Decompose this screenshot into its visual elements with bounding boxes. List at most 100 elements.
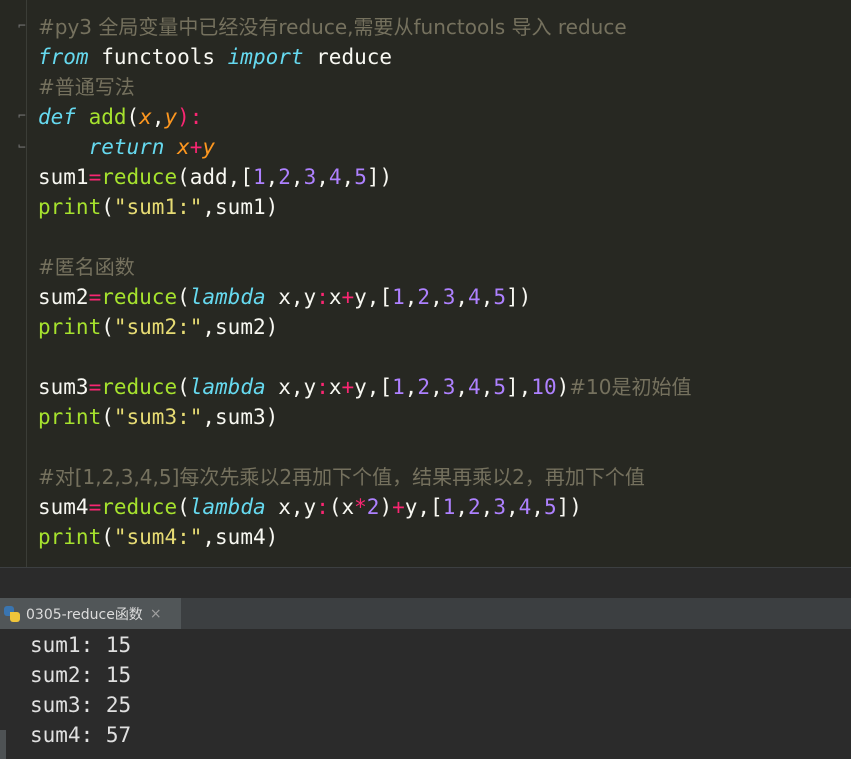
code-line-4: def add(x,y): bbox=[38, 102, 202, 132]
console-line: sum4: 57 bbox=[30, 723, 132, 747]
args-close: ]) bbox=[506, 285, 532, 309]
args-close: ]) bbox=[556, 495, 582, 519]
code-line-17: sum4=reduce(lambda x,y:(x*2)+y,[1,2,3,4,… bbox=[38, 495, 582, 519]
fold-marker-icon[interactable]: ⌐ bbox=[18, 108, 34, 126]
import-name: reduce bbox=[303, 45, 393, 69]
param: y bbox=[202, 135, 216, 159]
operator: + bbox=[341, 375, 355, 399]
args: ,sum3) bbox=[202, 405, 279, 429]
params: x,y bbox=[265, 495, 317, 519]
paren-colon: ): bbox=[177, 105, 203, 129]
param: x bbox=[177, 135, 190, 159]
number: 2 bbox=[417, 285, 431, 309]
function-call: print bbox=[38, 405, 102, 429]
variable: sum2 bbox=[38, 285, 89, 309]
colon: : bbox=[316, 375, 329, 399]
code-line-10: sum2=reduce(lambda x,y:x+y,[1,2,3,4,5]) bbox=[38, 285, 532, 309]
number: 1 bbox=[392, 375, 405, 399]
code-line-6: sum1=reduce(add,[1,2,3,4,5]) bbox=[38, 165, 393, 189]
number: 4 bbox=[468, 285, 481, 309]
number: 1 bbox=[442, 495, 456, 519]
paren: ( bbox=[101, 315, 114, 339]
number: 3 bbox=[493, 495, 506, 519]
operator: + bbox=[392, 495, 405, 519]
code-line-3: #普通写法 bbox=[38, 72, 135, 102]
panel-divider bbox=[0, 567, 851, 599]
code-line-5: return x+y bbox=[38, 132, 215, 162]
module-name: functools bbox=[88, 45, 228, 69]
code-editor[interactable]: ⌐ ⌐ ⌙ #py3 全局变量中已经没有reduce,需要从functools … bbox=[0, 0, 851, 567]
string: "sum1:" bbox=[113, 195, 203, 219]
variable: sum4 bbox=[38, 495, 89, 519]
number: 10 bbox=[531, 375, 557, 399]
comma: , bbox=[151, 105, 165, 129]
number: 2 bbox=[366, 495, 380, 519]
code-line-7: print("sum1:",sum1) bbox=[38, 192, 278, 222]
code-line-18: print("sum4:",sum4) bbox=[38, 522, 278, 552]
function-call: print bbox=[38, 195, 102, 219]
console-line: sum3: 25 bbox=[30, 693, 132, 717]
run-tab[interactable]: 0305-reduce函数 × bbox=[0, 598, 181, 629]
fold-end-icon[interactable]: ⌙ bbox=[18, 138, 34, 156]
operator: + bbox=[341, 285, 355, 309]
number: 5 bbox=[493, 375, 506, 399]
run-tab-label: 0305-reduce函数 bbox=[26, 606, 143, 623]
fold-marker-icon[interactable]: ⌐ bbox=[18, 18, 34, 36]
args: ,sum2) bbox=[202, 315, 279, 339]
args: (add,[ bbox=[177, 165, 253, 189]
params: x,y bbox=[265, 285, 317, 309]
variable: sum1 bbox=[38, 165, 89, 189]
string: "sum3:" bbox=[113, 405, 203, 429]
number: 2 bbox=[278, 165, 291, 189]
number: 3 bbox=[442, 285, 456, 309]
operator: = bbox=[88, 495, 102, 519]
keyword-from: from bbox=[38, 45, 89, 69]
operator: + bbox=[189, 135, 203, 159]
function-call: print bbox=[38, 315, 102, 339]
operator: = bbox=[88, 375, 102, 399]
keyword-lambda: lambda bbox=[189, 285, 266, 309]
console-line: sum2: 15 bbox=[30, 663, 132, 687]
code-line-11: print("sum2:",sum2) bbox=[38, 312, 278, 342]
string: "sum2:" bbox=[113, 315, 203, 339]
expr: (x bbox=[328, 495, 355, 519]
expr: ) bbox=[379, 495, 393, 519]
expr: y,[ bbox=[354, 285, 393, 309]
code-line-13: sum3=reduce(lambda x,y:x+y,[1,2,3,4,5],1… bbox=[38, 375, 692, 399]
keyword-import: import bbox=[227, 45, 304, 69]
function-name: add bbox=[88, 105, 127, 129]
number: 1 bbox=[252, 165, 266, 189]
keyword-lambda: lambda bbox=[189, 375, 266, 399]
number: 5 bbox=[493, 285, 506, 309]
function-call: reduce bbox=[101, 165, 178, 189]
number: 4 bbox=[328, 165, 342, 189]
params: x,y bbox=[265, 375, 317, 399]
paren: ( bbox=[101, 405, 114, 429]
comment: #普通写法 bbox=[38, 75, 135, 99]
run-tab-bar: 0305-reduce函数 × bbox=[0, 598, 851, 630]
param: x bbox=[139, 105, 152, 129]
operator: = bbox=[88, 285, 102, 309]
function-call: reduce bbox=[101, 375, 178, 399]
comment: #匿名函数 bbox=[38, 255, 135, 279]
number: 3 bbox=[442, 375, 456, 399]
function-call: print bbox=[38, 525, 102, 549]
args: ,sum4) bbox=[202, 525, 279, 549]
number: 2 bbox=[468, 495, 481, 519]
paren: ( bbox=[177, 285, 190, 309]
paren: ( bbox=[177, 495, 190, 519]
python-icon bbox=[4, 605, 20, 622]
number: 3 bbox=[303, 165, 317, 189]
param: y bbox=[164, 105, 178, 129]
run-console[interactable]: sum1: 15 sum2: 15 sum3: 25 sum4: 57 bbox=[0, 630, 851, 759]
colon: : bbox=[316, 285, 329, 309]
console-scrollbar[interactable] bbox=[0, 730, 6, 759]
args-close: ]) bbox=[366, 165, 393, 189]
keyword-return: return bbox=[88, 135, 165, 159]
function-call: reduce bbox=[101, 285, 178, 309]
args: ,sum1) bbox=[202, 195, 279, 219]
code-line-9: #匿名函数 bbox=[38, 252, 135, 282]
colon: : bbox=[316, 495, 329, 519]
code-line-14: print("sum3:",sum3) bbox=[38, 402, 278, 432]
close-icon[interactable]: × bbox=[150, 606, 162, 622]
